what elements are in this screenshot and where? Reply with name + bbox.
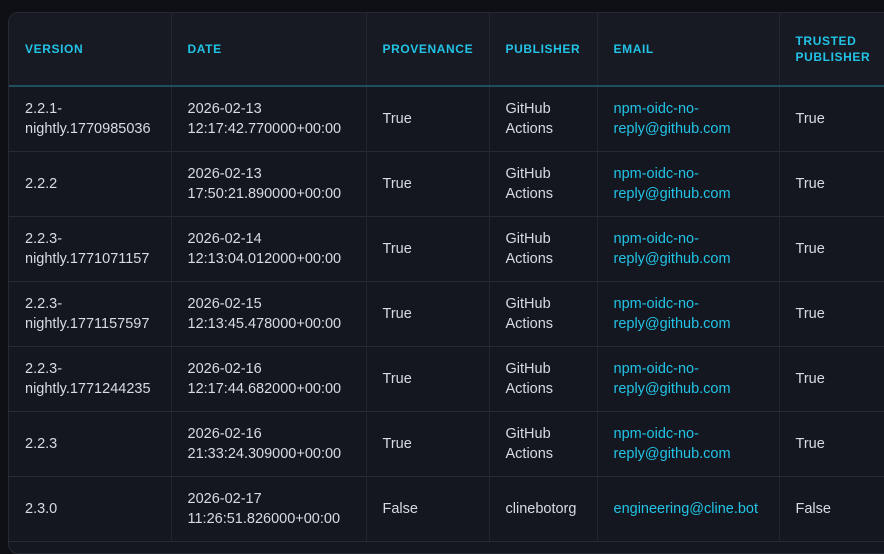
- cell-date: 2026-02-16 12:17:44.682000+00:00: [171, 346, 367, 411]
- cell-publisher: GitHub Actions: [489, 216, 598, 281]
- cell-version: 2.2.3-nightly.1771157597: [9, 281, 172, 346]
- cell-publisher: clinebotorg: [489, 476, 598, 541]
- cell-date: 2026-02-16 21:33:24.309000+00:00: [171, 411, 367, 476]
- table-row: 2.2.2 2026-02-13 17:50:21.890000+00:00 T…: [9, 151, 884, 216]
- cell-publisher: GitHub Actions: [489, 281, 598, 346]
- cell-provenance: False: [366, 476, 490, 541]
- column-header-email[interactable]: EMAIL: [597, 13, 780, 86]
- cell-email-link[interactable]: npm-oidc-no-reply@github.com: [597, 151, 780, 216]
- versions-table: VERSION DATE PROVENANCE PUBLISHER EMAIL …: [9, 13, 884, 542]
- cell-email-link[interactable]: npm-oidc-no-reply@github.com: [597, 281, 780, 346]
- column-header-date[interactable]: DATE: [171, 13, 367, 86]
- cell-publisher: GitHub Actions: [489, 411, 598, 476]
- table-row: 2.2.1-nightly.1770985036 2026-02-13 12:1…: [9, 86, 884, 151]
- cell-trusted-publisher: True: [795, 370, 825, 387]
- cell-version: 2.2.2: [9, 151, 172, 216]
- cell-trusted-publisher: True: [795, 240, 825, 257]
- column-header-trusted-publisher[interactable]: TRUSTED PUBLISHER: [779, 13, 884, 86]
- table-row: 2.2.3-nightly.1771244235 2026-02-16 12:1…: [9, 346, 884, 411]
- cell-version: 2.3.0: [9, 476, 172, 541]
- table-row: 2.2.3-nightly.1771157597 2026-02-15 12:1…: [9, 281, 884, 346]
- cell-provenance: True: [366, 411, 490, 476]
- cell-email-link[interactable]: engineering@cline.bot: [597, 476, 780, 541]
- cell-trusted-publisher: False: [795, 500, 831, 517]
- cell-email-link[interactable]: npm-oidc-no-reply@github.com: [597, 346, 780, 411]
- cell-trusted-publisher: True: [795, 175, 825, 192]
- cell-publisher: GitHub Actions: [489, 346, 598, 411]
- cell-date: 2026-02-17 11:26:51.826000+00:00: [171, 476, 367, 541]
- cell-date: 2026-02-13 17:50:21.890000+00:00: [171, 151, 367, 216]
- cell-provenance: True: [366, 216, 490, 281]
- cell-version: 2.2.3-nightly.1771244235: [9, 346, 172, 411]
- table-header-row: VERSION DATE PROVENANCE PUBLISHER EMAIL …: [9, 13, 884, 86]
- table-row: 2.2.3 2026-02-16 21:33:24.309000+00:00 T…: [9, 411, 884, 476]
- cell-date: 2026-02-14 12:13:04.012000+00:00: [171, 216, 367, 281]
- cell-provenance: True: [366, 86, 490, 151]
- cell-trusted-publisher: True: [795, 435, 825, 452]
- column-header-publisher[interactable]: PUBLISHER: [489, 13, 598, 86]
- cell-provenance: True: [366, 281, 490, 346]
- cell-version: 2.2.3: [9, 411, 172, 476]
- cell-date: 2026-02-15 12:13:45.478000+00:00: [171, 281, 367, 346]
- cell-date: 2026-02-13 12:17:42.770000+00:00: [171, 86, 367, 151]
- cell-version: 2.2.1-nightly.1770985036: [9, 86, 172, 151]
- versions-table-panel: VERSION DATE PROVENANCE PUBLISHER EMAIL …: [8, 12, 884, 554]
- cell-email-link[interactable]: npm-oidc-no-reply@github.com: [597, 411, 780, 476]
- table-row: 2.2.3-nightly.1771071157 2026-02-14 12:1…: [9, 216, 884, 281]
- table-row: 2.3.0 2026-02-17 11:26:51.826000+00:00 F…: [9, 476, 884, 541]
- cell-publisher: GitHub Actions: [489, 151, 598, 216]
- column-header-provenance[interactable]: PROVENANCE: [366, 13, 490, 86]
- cell-email-link[interactable]: npm-oidc-no-reply@github.com: [597, 216, 780, 281]
- cell-publisher: GitHub Actions: [489, 86, 598, 151]
- cell-trusted-publisher: True: [795, 305, 825, 322]
- cell-trusted-publisher: True: [795, 110, 825, 127]
- cell-email-link[interactable]: npm-oidc-no-reply@github.com: [597, 86, 780, 151]
- cell-version: 2.2.3-nightly.1771071157: [9, 216, 172, 281]
- column-header-version[interactable]: VERSION: [9, 13, 172, 86]
- cell-provenance: True: [366, 151, 490, 216]
- cell-provenance: True: [366, 346, 490, 411]
